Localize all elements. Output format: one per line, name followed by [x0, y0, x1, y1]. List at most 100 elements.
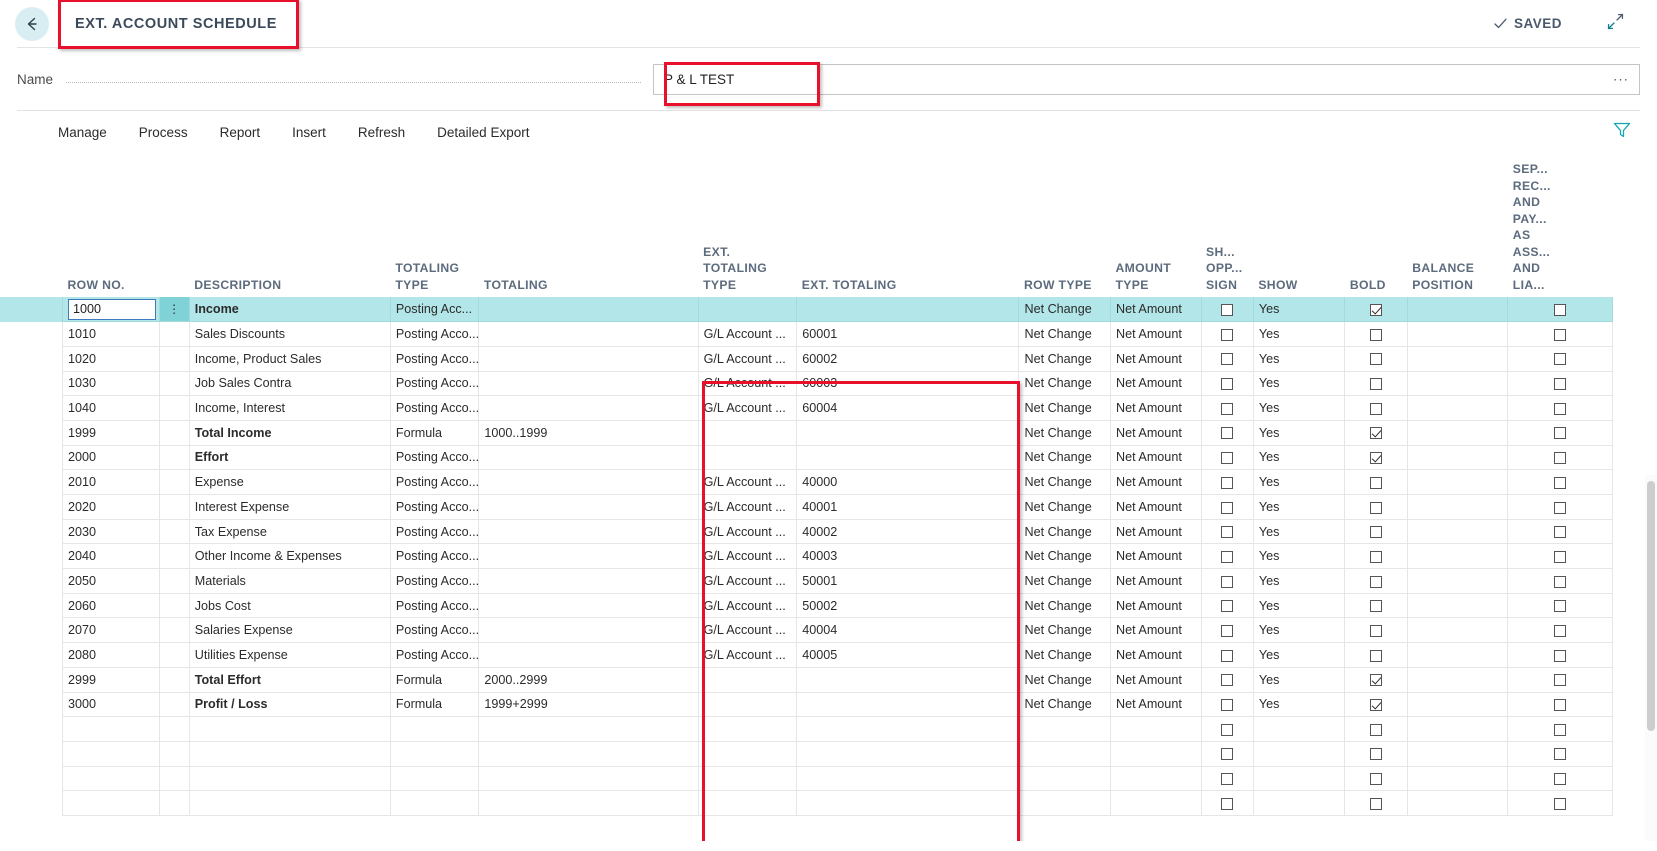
cell-totaling[interactable]	[479, 445, 698, 470]
cell-ext-totaling[interactable]: 40002	[797, 519, 1019, 544]
checkbox-unchecked-icon[interactable]	[1370, 353, 1382, 365]
cell-bold[interactable]	[1345, 593, 1407, 618]
menu-item-process[interactable]: Process	[123, 119, 204, 146]
cell-show-opp-sign[interactable]	[1201, 741, 1253, 766]
table-row[interactable]: 1020Income, Product SalesPosting Acco...…	[63, 346, 1613, 371]
menu-item-refresh[interactable]: Refresh	[342, 119, 421, 146]
cell-totaling-type[interactable]	[390, 741, 479, 766]
name-input[interactable]	[664, 72, 1629, 87]
cell-ext-totaling[interactable]	[797, 791, 1019, 816]
checkbox-unchecked-icon[interactable]	[1554, 798, 1566, 810]
cell-totaling[interactable]: 2000..2999	[479, 667, 698, 692]
cell-ext-totaling[interactable]: 40004	[797, 618, 1019, 643]
cell-balance-position[interactable]	[1407, 692, 1508, 717]
cell-description[interactable]: Interest Expense	[189, 495, 390, 520]
cell-ext-totaling-type[interactable]: G/L Account ...	[698, 569, 797, 594]
cell-balance-position[interactable]	[1407, 371, 1508, 396]
cell-balance-position[interactable]	[1407, 322, 1508, 347]
checkbox-unchecked-icon[interactable]	[1554, 650, 1566, 662]
cell-sep-rec-pay[interactable]	[1508, 420, 1613, 445]
checkbox-unchecked-icon[interactable]	[1370, 625, 1382, 637]
cell-description[interactable]	[189, 717, 390, 742]
cell-amount-type[interactable]	[1111, 791, 1202, 816]
cell-ext-totaling[interactable]: 60004	[797, 396, 1019, 421]
cell-row-type[interactable]: Net Change	[1019, 519, 1111, 544]
cell-show[interactable]: Yes	[1253, 445, 1345, 470]
row-handle-button[interactable]	[159, 470, 189, 495]
checkbox-unchecked-icon[interactable]	[1221, 773, 1233, 785]
checkbox-unchecked-icon[interactable]	[1370, 724, 1382, 736]
cell-show[interactable]: Yes	[1253, 667, 1345, 692]
row-handle-button[interactable]	[159, 544, 189, 569]
cell-totaling-type[interactable]: Posting Acco...	[390, 569, 479, 594]
cell-row-type[interactable]: Net Change	[1019, 495, 1111, 520]
cell-balance-position[interactable]	[1407, 445, 1508, 470]
checkbox-unchecked-icon[interactable]	[1554, 748, 1566, 760]
checkbox-unchecked-icon[interactable]	[1554, 403, 1566, 415]
cell-row-no[interactable]: 2080	[63, 643, 160, 668]
vertical-scrollbar[interactable]	[1645, 475, 1657, 841]
menu-item-detailed-export[interactable]: Detailed Export	[421, 119, 545, 146]
cell-sep-rec-pay[interactable]	[1508, 371, 1613, 396]
cell-ext-totaling[interactable]: 40000	[797, 470, 1019, 495]
checkbox-unchecked-icon[interactable]	[1554, 699, 1566, 711]
checkbox-unchecked-icon[interactable]	[1554, 502, 1566, 514]
cell-totaling-type[interactable]: Posting Acco...	[390, 544, 479, 569]
cell-row-type[interactable]: Net Change	[1019, 643, 1111, 668]
cell-bold[interactable]	[1345, 692, 1407, 717]
account-schedule-grid[interactable]: ROW NO. DESCRIPTION TOTALING TYPE TOTALI…	[0, 153, 1657, 841]
cell-balance-position[interactable]	[1407, 593, 1508, 618]
cell-sep-rec-pay[interactable]	[1508, 445, 1613, 470]
cell-totaling[interactable]	[479, 396, 698, 421]
cell-totaling-type[interactable]: Posting Acco...	[390, 322, 479, 347]
cell-sep-rec-pay[interactable]	[1508, 643, 1613, 668]
cell-description[interactable]: Income	[189, 297, 390, 322]
col-header-row-type[interactable]: ROW TYPE	[1019, 153, 1111, 297]
cell-ext-totaling[interactable]: 40001	[797, 495, 1019, 520]
table-row[interactable]: 2050MaterialsPosting Acco...G/L Account …	[63, 569, 1613, 594]
col-header-amount-type[interactable]: AMOUNT TYPE	[1111, 153, 1202, 297]
row-handle-button[interactable]	[159, 618, 189, 643]
cell-show[interactable]: Yes	[1253, 470, 1345, 495]
checkbox-unchecked-icon[interactable]	[1554, 526, 1566, 538]
checkbox-unchecked-icon[interactable]	[1370, 403, 1382, 415]
cell-show[interactable]: Yes	[1253, 346, 1345, 371]
cell-ext-totaling-type[interactable]: G/L Account ...	[698, 495, 797, 520]
cell-balance-position[interactable]	[1407, 667, 1508, 692]
cell-description[interactable]	[189, 791, 390, 816]
cell-sep-rec-pay[interactable]	[1508, 593, 1613, 618]
cell-row-no[interactable]: 2040	[63, 544, 160, 569]
checkbox-unchecked-icon[interactable]	[1370, 477, 1382, 489]
cell-amount-type[interactable]: Net Amount	[1111, 396, 1202, 421]
cell-ext-totaling[interactable]	[797, 741, 1019, 766]
cell-amount-type[interactable]: Net Amount	[1111, 322, 1202, 347]
cell-sep-rec-pay[interactable]	[1508, 569, 1613, 594]
cell-row-no[interactable]	[63, 791, 160, 816]
table-row[interactable]: 1999Total IncomeFormula1000..1999Net Cha…	[63, 420, 1613, 445]
cell-totaling-type[interactable]: Posting Acco...	[390, 618, 479, 643]
cell-amount-type[interactable]	[1111, 766, 1202, 791]
cell-ext-totaling[interactable]	[797, 297, 1019, 322]
cell-totaling[interactable]	[479, 643, 698, 668]
cell-row-type[interactable]	[1019, 766, 1111, 791]
checkbox-unchecked-icon[interactable]	[1554, 625, 1566, 637]
checkbox-unchecked-icon[interactable]	[1221, 427, 1233, 439]
cell-ext-totaling-type[interactable]: G/L Account ...	[698, 519, 797, 544]
cell-description[interactable]: Income, Product Sales	[189, 346, 390, 371]
cell-row-no[interactable]: 2030	[63, 519, 160, 544]
cell-row-no[interactable]: 2999	[63, 667, 160, 692]
cell-show-opp-sign[interactable]	[1201, 766, 1253, 791]
cell-totaling-type[interactable]: Posting Acc...	[390, 297, 479, 322]
cell-row-no[interactable]	[63, 741, 160, 766]
cell-show-opp-sign[interactable]	[1201, 667, 1253, 692]
row-handle-button[interactable]	[159, 667, 189, 692]
table-body[interactable]: 1000⋮IncomePosting Acc...Net ChangeNet A…	[63, 297, 1613, 815]
cell-amount-type[interactable]: Net Amount	[1111, 445, 1202, 470]
table-row[interactable]: 1000⋮IncomePosting Acc...Net ChangeNet A…	[63, 297, 1613, 322]
cell-totaling-type[interactable]: Posting Acco...	[390, 470, 479, 495]
menu-item-report[interactable]: Report	[204, 119, 277, 146]
table-row[interactable]: 2020Interest ExpensePosting Acco...G/L A…	[63, 495, 1613, 520]
row-handle-button[interactable]	[159, 791, 189, 816]
cell-totaling-type[interactable]: Posting Acco...	[390, 346, 479, 371]
table-row[interactable]	[63, 741, 1613, 766]
